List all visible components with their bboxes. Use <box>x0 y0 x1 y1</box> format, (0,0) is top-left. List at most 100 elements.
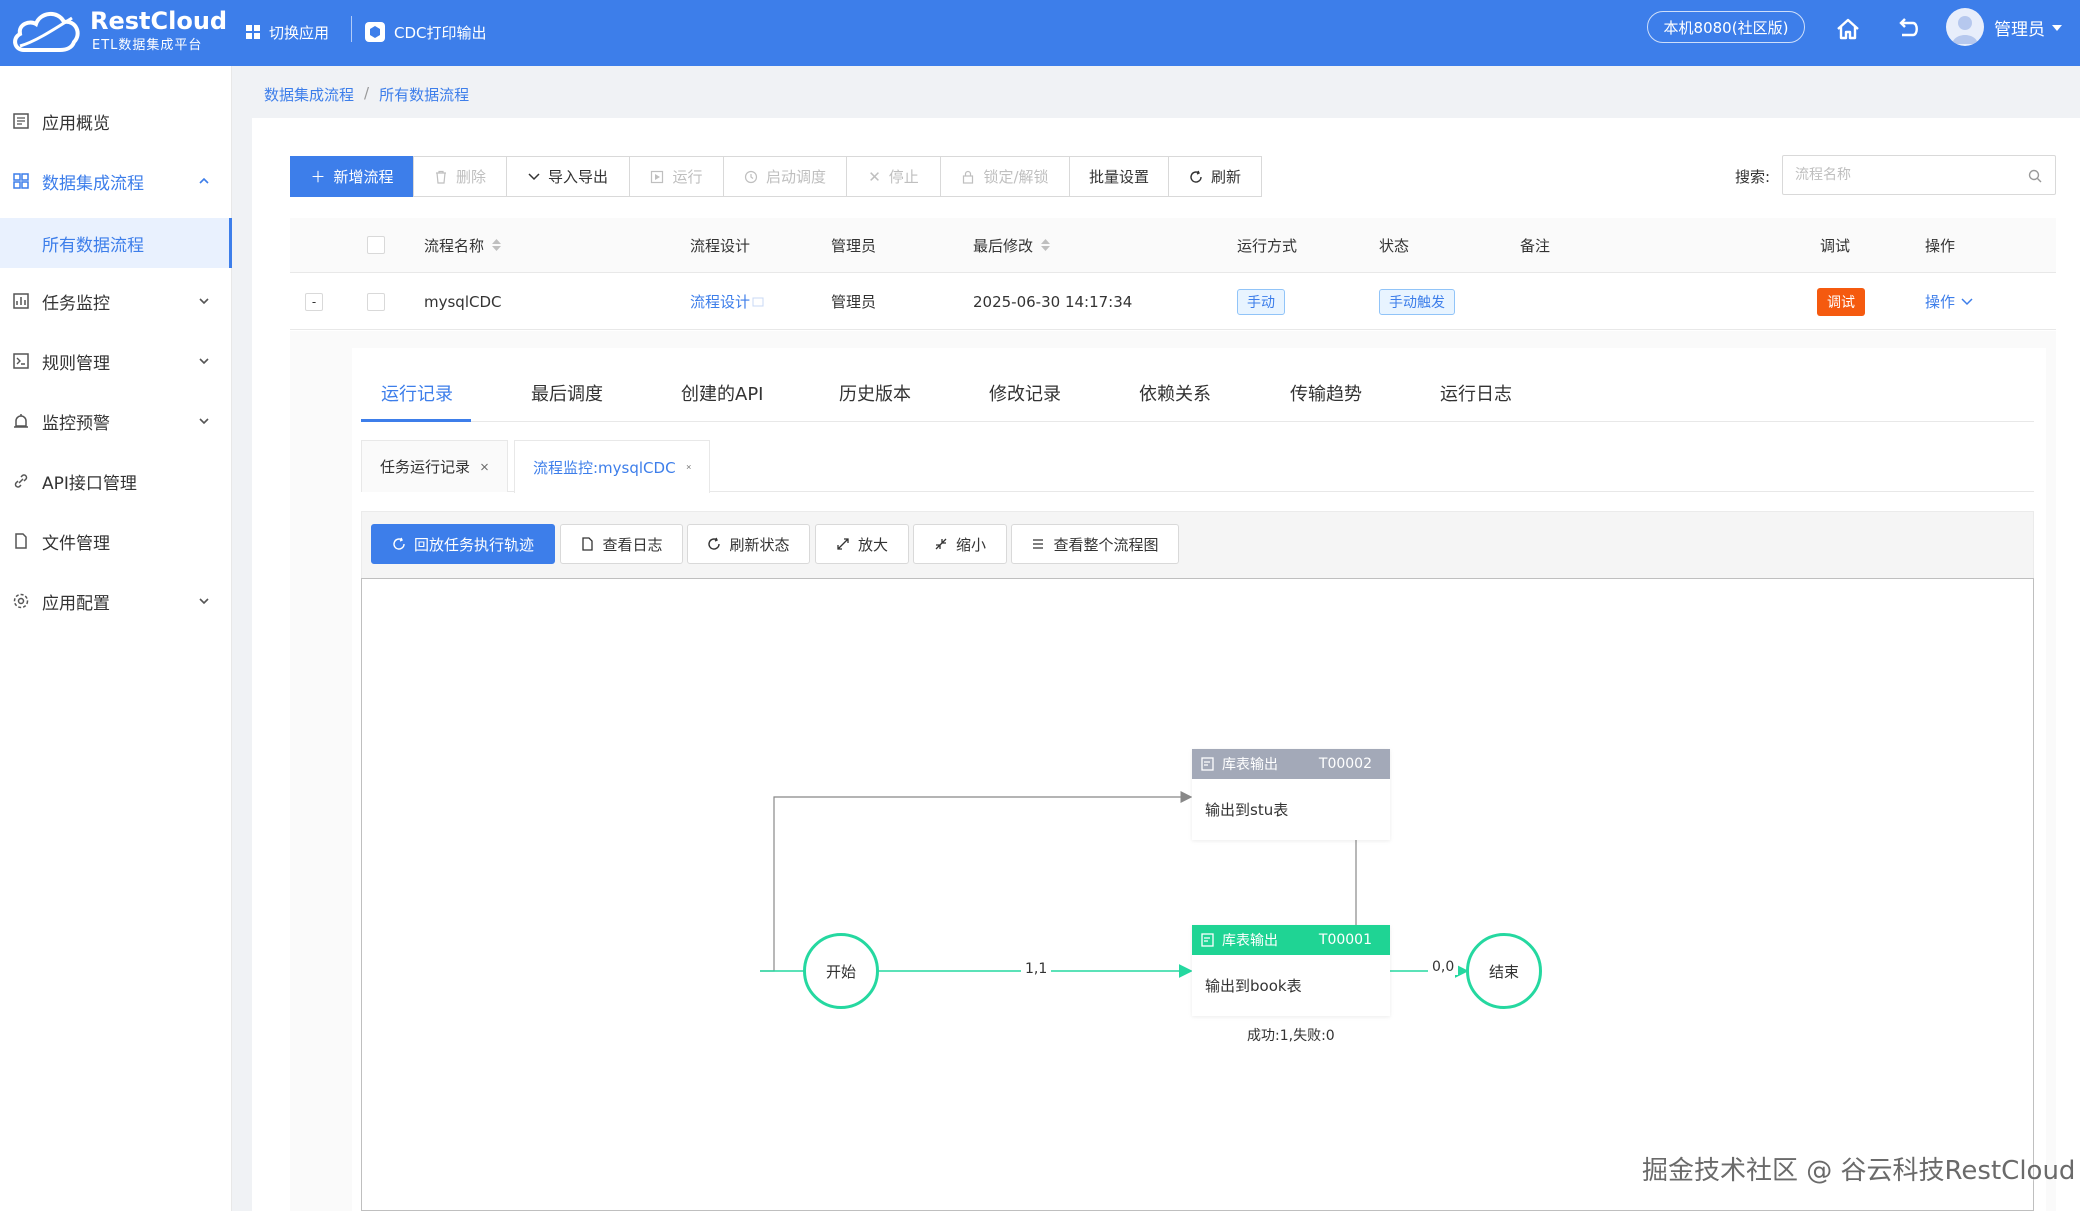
sort-icon[interactable] <box>1041 239 1051 251</box>
sidebar-item-data-flows[interactable]: 数据集成流程 <box>0 152 232 210</box>
start-schedule-button[interactable]: 启动调度 <box>723 156 847 197</box>
row-checkbox[interactable] <box>367 274 385 329</box>
lock-unlock-button[interactable]: 锁定/解锁 <box>940 156 1070 197</box>
home-icon[interactable] <box>1833 14 1863 44</box>
tab-dependencies[interactable]: 依赖关系 <box>1139 364 1211 422</box>
edge-label-start-book: 1,1 <box>1021 961 1052 977</box>
search-field[interactable] <box>1782 155 2056 195</box>
sidebar-item-overview[interactable]: 应用概览 <box>0 92 232 150</box>
flow-modified-time: 2025-06-30 14:17:34 <box>973 292 1133 311</box>
tab-change-log[interactable]: 修改记录 <box>989 364 1061 422</box>
user-avatar-icon <box>1952 16 1978 44</box>
view-whole-flow-button[interactable]: 查看整个流程图 <box>1011 524 1179 564</box>
sidebar-item-files[interactable]: 文件管理 <box>0 512 232 570</box>
sidebar-item-label: 文件管理 <box>42 533 110 554</box>
subtab-label: 任务运行记录 <box>380 458 471 476</box>
expand-arrows-icon <box>837 538 849 550</box>
shrink-arrows-icon <box>935 538 947 550</box>
avatar[interactable] <box>1946 8 1984 46</box>
tab-created-api[interactable]: 创建的API <box>681 364 763 422</box>
view-log-button[interactable]: 查看日志 <box>560 524 683 564</box>
watermark: 掘金技术社区 @ 谷云科技RestCloud <box>1642 1156 2076 1186</box>
sidebar-item-all-flows[interactable]: 所有数据流程 <box>0 218 232 268</box>
caret-down-icon <box>2052 24 2062 31</box>
user-name: 管理员 <box>1994 20 2045 40</box>
status-tag: 手动触发 <box>1379 274 1455 329</box>
flow-canvas[interactable]: 开始 结束 库表输出 T00002 输出到stu表 库表输出 T00001 输出… <box>361 578 2034 1211</box>
subtab-flow-monitor[interactable]: 流程监控:mysqlCDC <box>514 440 710 493</box>
column-header-name[interactable]: 流程名称 <box>424 218 502 272</box>
zoom-out-button[interactable]: 缩小 <box>913 524 1007 564</box>
action-menu[interactable]: 操作 <box>1925 274 1973 329</box>
user-menu[interactable]: 管理员 <box>1994 15 2063 40</box>
column-header-remark: 备注 <box>1520 236 1551 255</box>
sort-icon[interactable] <box>492 239 502 251</box>
zoom-in-button[interactable]: 放大 <box>815 524 909 564</box>
import-export-label: 导入导出 <box>547 168 608 186</box>
run-button[interactable]: 运行 <box>629 156 724 197</box>
breadcrumb: 数据集成流程 / 所有数据流程 <box>264 84 469 105</box>
flow-design-link[interactable]: 流程设计 <box>690 274 764 329</box>
sidebar-item-app-config[interactable]: 应用配置 <box>0 572 232 630</box>
tab-last-schedule[interactable]: 最后调度 <box>531 364 603 422</box>
replay-trace-button[interactable]: 回放任务执行轨迹 <box>371 524 555 564</box>
sidebar-item-api[interactable]: API接口管理 <box>0 452 232 510</box>
flow-node-book[interactable]: 库表输出 T00001 输出到book表 <box>1192 925 1390 1016</box>
column-header-modified[interactable]: 最后修改 <box>973 218 1051 272</box>
flow-admin: 管理员 <box>831 293 877 311</box>
flow-node-header: 库表输出 T00001 <box>1192 925 1390 955</box>
sidebar-item-label: 所有数据流程 <box>42 235 144 256</box>
flow-node-stu[interactable]: 库表输出 T00002 输出到stu表 <box>1192 749 1390 840</box>
alarm-icon <box>14 414 28 428</box>
new-flow-button[interactable]: ＋ 新增流程 <box>290 156 414 197</box>
sidebar-item-rules[interactable]: 规则管理 <box>0 332 232 390</box>
stop-button[interactable]: ✕ 停止 <box>846 156 941 197</box>
import-export-button[interactable]: 导入导出 <box>506 156 630 197</box>
sidebar-item-task-monitor[interactable]: 任务监控 <box>0 272 232 330</box>
close-icon[interactable] <box>686 461 691 473</box>
breadcrumb-item[interactable]: 所有数据流程 <box>379 84 469 105</box>
tab-transfer-trend[interactable]: 传输趋势 <box>1290 364 1362 422</box>
document-icon <box>582 537 594 551</box>
zoom-out-label: 缩小 <box>955 535 986 554</box>
tab-run-log[interactable]: 运行日志 <box>1440 364 1512 422</box>
undo-icon[interactable] <box>1893 14 1923 44</box>
table-output-icon <box>1201 933 1214 947</box>
stop-label: 停止 <box>888 168 919 186</box>
row-expand-toggle[interactable]: - <box>305 274 323 329</box>
tab-history-versions[interactable]: 历史版本 <box>839 364 911 422</box>
refresh-button[interactable]: 刷新 <box>1168 156 1262 197</box>
column-header-action: 操作 <box>1925 236 1956 255</box>
tab-run-records[interactable]: 运行记录 <box>381 364 453 422</box>
debug-button[interactable]: 调试 <box>1817 274 1865 329</box>
app-cube-icon <box>365 22 385 42</box>
start-node[interactable]: 开始 <box>803 933 879 1009</box>
batch-settings-button[interactable]: 批量设置 <box>1069 156 1169 197</box>
lock-unlock-label: 锁定/解锁 <box>983 168 1049 186</box>
sidebar-item-label: API接口管理 <box>42 473 137 494</box>
delete-button[interactable]: 删除 <box>413 156 507 197</box>
logo[interactable]: RestCloud ETL数据集成平台 <box>10 4 227 60</box>
active-tab-indicator <box>361 419 471 422</box>
switch-app-button[interactable]: 切换应用 <box>245 16 329 48</box>
apps-grid-icon <box>246 25 260 39</box>
sidebar-item-label: 任务监控 <box>42 293 110 314</box>
table-header: 流程名称 流程设计 管理员 最后修改 运行方式 状态 备注 调试 操作 <box>290 218 2056 273</box>
environment-selector[interactable]: 本机8080(社区版) <box>1647 11 1805 43</box>
view-log-label: 查看日志 <box>602 535 663 554</box>
start-schedule-label: 启动调度 <box>765 168 826 186</box>
search-input[interactable] <box>1795 164 2015 186</box>
sidebar-item-alerts[interactable]: 监控预警 <box>0 392 232 450</box>
search-icon[interactable] <box>2027 168 2043 184</box>
list-icon <box>1033 539 1044 549</box>
current-app-button[interactable]: CDC打印输出 <box>364 16 487 48</box>
column-header-label: 流程名称 <box>424 236 485 255</box>
refresh-status-button[interactable]: 刷新状态 <box>687 524 810 564</box>
end-node[interactable]: 结束 <box>1466 933 1542 1009</box>
close-icon[interactable] <box>480 461 489 473</box>
table-output-icon <box>1201 757 1214 771</box>
select-all-checkbox[interactable] <box>367 218 385 272</box>
table-row[interactable]: - mysqlCDC 流程设计 管理员 2025-06-30 14:17:34 … <box>290 274 2056 330</box>
subtab-task-run-records[interactable]: 任务运行记录 <box>361 440 508 492</box>
breadcrumb-item[interactable]: 数据集成流程 <box>264 84 354 105</box>
